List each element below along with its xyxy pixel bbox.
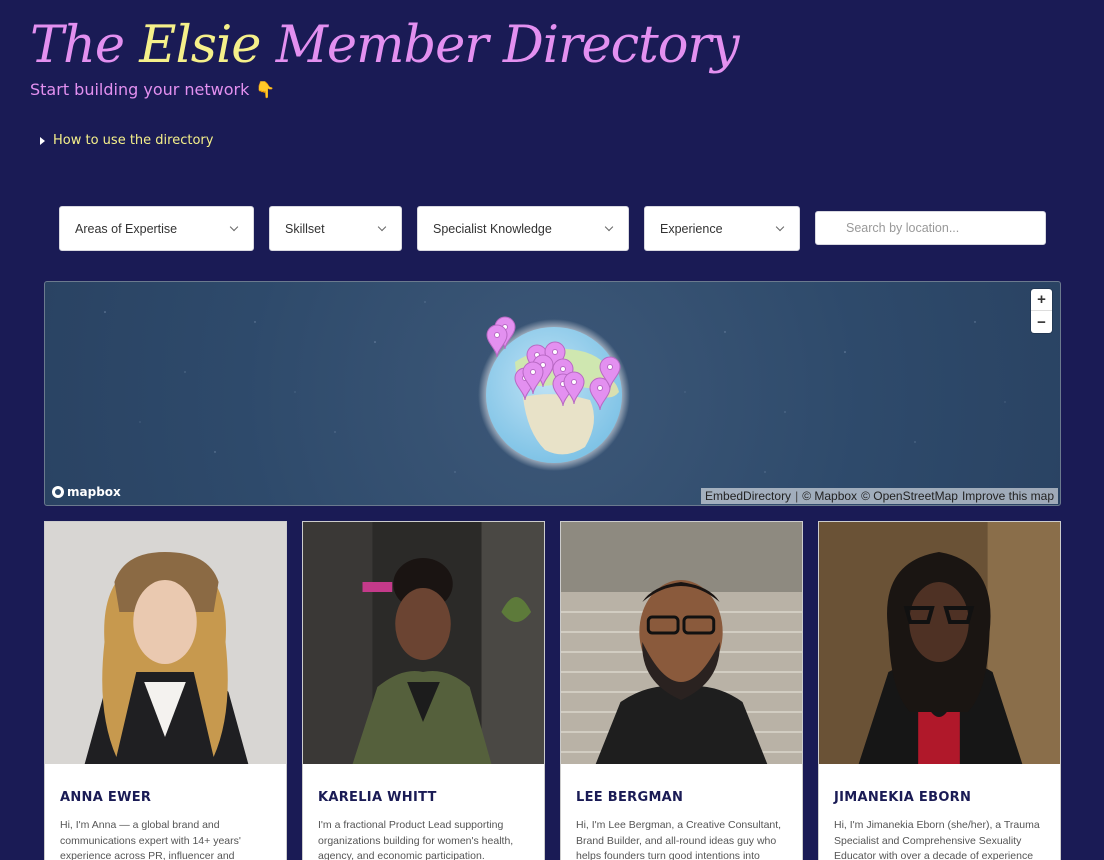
member-map[interactable]: + − mapbox EmbedDirectory | © Mapbox © O… — [44, 281, 1061, 506]
map-pin[interactable] — [486, 324, 508, 358]
member-name: LEE BERGMAN — [576, 790, 684, 805]
member-name: KARELIA WHITT — [318, 790, 437, 805]
experience-label: Experience — [660, 221, 723, 236]
member-bio: I'm a fractional Product Lead supporting… — [318, 819, 514, 860]
title-suffix: Member Directory — [260, 16, 740, 75]
member-card[interactable]: LEE BERGMAN Hi, I'm Lee Bergman, a Creat… — [560, 521, 803, 860]
page-title: The Elsie Member Directory — [30, 14, 740, 78]
member-card[interactable]: JIMANEKIA EBORN Hi, I'm Jimanekia Eborn … — [818, 521, 1061, 860]
member-photo — [819, 522, 1060, 764]
mapbox-icon — [52, 486, 64, 498]
chevron-down-icon — [229, 222, 239, 232]
specialist-knowledge-label: Specialist Knowledge — [433, 221, 552, 236]
title-highlight: Elsie — [139, 16, 261, 75]
chevron-down-icon — [775, 222, 785, 232]
specialist-knowledge-dropdown[interactable]: Specialist Knowledge — [417, 206, 629, 251]
location-search-input[interactable] — [815, 211, 1046, 245]
member-name: JIMANEKIA EBORN — [834, 790, 972, 805]
improve-map-link[interactable]: Improve this map — [962, 489, 1054, 503]
skillset-dropdown[interactable]: Skillset — [269, 206, 402, 251]
areas-of-expertise-dropdown[interactable]: Areas of Expertise — [59, 206, 254, 251]
member-bio: Hi, I'm Jimanekia Eborn (she/her), a Tra… — [834, 819, 1040, 860]
chevron-down-icon — [604, 222, 614, 232]
member-bio: Hi, I'm Lee Bergman, a Creative Consulta… — [576, 819, 782, 860]
attribution-separator: | — [795, 489, 799, 503]
mapbox-logo[interactable]: mapbox — [52, 485, 121, 499]
mapbox-attribution-link[interactable]: © Mapbox — [802, 489, 857, 503]
areas-of-expertise-label: Areas of Expertise — [75, 221, 178, 236]
title-prefix: The — [30, 16, 140, 75]
member-card[interactable]: ANNA EWER Hi, I'm Anna — a global brand … — [44, 521, 287, 860]
pins-layer — [486, 316, 621, 411]
mapbox-logo-text: mapbox — [67, 485, 121, 499]
member-card[interactable]: KARELIA WHITT I'm a fractional Product L… — [302, 521, 545, 860]
pointing-down-icon: 👇 — [255, 80, 276, 99]
how-to-use-toggle[interactable]: How to use the directory — [40, 133, 213, 148]
member-photo — [561, 522, 802, 764]
chevron-down-icon — [377, 222, 387, 232]
map-attribution: EmbedDirectory | © Mapbox © OpenStreetMa… — [701, 488, 1058, 504]
zoom-out-button[interactable]: − — [1031, 311, 1052, 333]
experience-dropdown[interactable]: Experience — [644, 206, 800, 251]
zoom-controls: + − — [1031, 289, 1052, 333]
page-subtitle: Start building your network 👇 — [30, 80, 275, 99]
member-photo — [45, 522, 286, 764]
openstreetmap-attribution-link[interactable]: © OpenStreetMap — [861, 489, 958, 503]
embeddirectory-link[interactable]: EmbedDirectory — [705, 489, 791, 503]
map-pin[interactable] — [563, 371, 585, 405]
skillset-label: Skillset — [285, 221, 325, 236]
subtitle-text: Start building your network — [30, 80, 250, 99]
member-photo — [303, 522, 544, 764]
member-bio: Hi, I'm Anna — a global brand and commun… — [60, 819, 241, 860]
member-name: ANNA EWER — [60, 790, 152, 805]
disclosure-triangle-icon — [40, 136, 45, 145]
zoom-in-button[interactable]: + — [1031, 289, 1052, 311]
map-pin[interactable] — [589, 377, 611, 411]
how-to-use-label: How to use the directory — [53, 133, 214, 148]
